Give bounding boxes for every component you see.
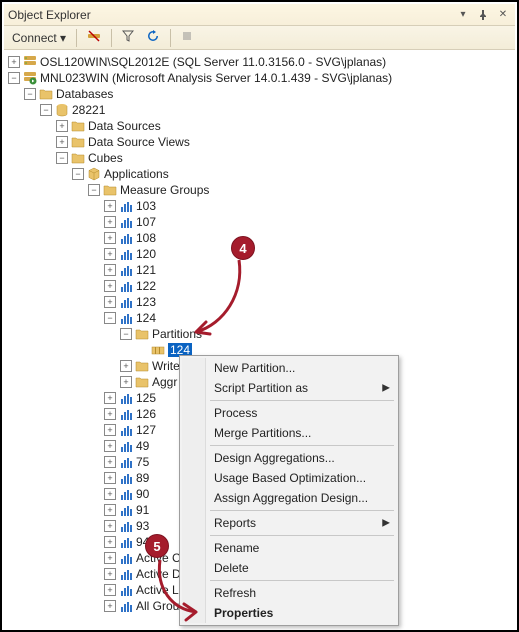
pin-icon[interactable] [475,8,491,22]
bars-icon [119,311,133,325]
cube-icon [87,167,101,181]
analysis-server-node[interactable]: − MNL023WIN (Microsoft Analysis Server 1… [6,70,515,86]
folder-icon [135,327,149,341]
bars-icon [119,295,133,309]
server-node[interactable]: + OSL120WIN\SQL2012E (SQL Server 11.0.31… [6,54,515,70]
measure-group-node[interactable]: +122 [6,278,515,294]
menu-new-partition[interactable]: New Partition... [182,358,396,378]
menu-design-aggregations[interactable]: Design Aggregations... [182,448,396,468]
bars-icon [119,503,133,517]
bars-icon [119,439,133,453]
bars-icon [119,519,133,533]
submenu-arrow-icon: ▶ [382,383,390,394]
measure-group-node[interactable]: +123 [6,294,515,310]
bars-icon [119,247,133,261]
folder-icon [71,119,85,133]
partitions-node[interactable]: −Partitions [6,326,515,342]
bars-icon [119,423,133,437]
measure-groups-node[interactable]: − Measure Groups [6,182,515,198]
refresh-icon[interactable] [142,27,164,48]
bars-icon [119,231,133,245]
server-running-icon [23,71,37,85]
connect-button[interactable]: Connect ▾ [8,29,70,47]
server-icon [23,55,37,69]
bars-icon [119,407,133,421]
menu-script-partition[interactable]: Script Partition as▶ [182,378,396,398]
bars-icon [119,471,133,485]
stop-icon[interactable] [177,28,197,47]
bars-icon [119,215,133,229]
bars-icon [119,567,133,581]
data-sources-node[interactable]: + Data Sources [6,118,515,134]
callout-5: 5 [145,534,169,558]
menu-delete[interactable]: Delete [182,558,396,578]
close-icon[interactable]: ✕ [495,8,511,22]
submenu-arrow-icon: ▶ [382,518,390,529]
partition-icon [151,343,165,357]
folder-icon [103,183,117,197]
disconnect-icon[interactable] [83,27,105,48]
menu-usage-optimization[interactable]: Usage Based Optimization... [182,468,396,488]
measure-group-node[interactable]: +108 [6,230,515,246]
measure-group-node[interactable]: +121 [6,262,515,278]
bars-icon [119,199,133,213]
menu-assign-aggregation[interactable]: Assign Aggregation Design... [182,488,396,508]
cubes-node[interactable]: − Cubes [6,150,515,166]
panel-titlebar: Object Explorer ▾ ✕ [4,4,515,26]
bars-icon [119,263,133,277]
menu-merge-partitions[interactable]: Merge Partitions... [182,423,396,443]
menu-refresh[interactable]: Refresh [182,583,396,603]
menu-properties[interactable]: Properties [182,603,396,623]
menu-reports[interactable]: Reports▶ [182,513,396,533]
filter-icon[interactable] [118,28,138,47]
dropdown-arrow-icon[interactable]: ▾ [455,8,471,22]
measure-group-node-124[interactable]: −124 [6,310,515,326]
bars-icon [119,583,133,597]
bars-icon [119,535,133,549]
menu-rename[interactable]: Rename [182,538,396,558]
bars-icon [119,455,133,469]
data-source-views-node[interactable]: + Data Source Views [6,134,515,150]
database-icon [55,103,69,117]
folder-icon [135,359,149,373]
panel-title: Object Explorer [8,8,91,22]
bars-icon [119,391,133,405]
folder-icon [135,375,149,389]
bars-icon [119,279,133,293]
folder-icon [71,135,85,149]
measure-group-node[interactable]: +120 [6,246,515,262]
toolbar: Connect ▾ [4,26,515,50]
menu-process[interactable]: Process [182,403,396,423]
cube-node[interactable]: − Applications [6,166,515,182]
database-node[interactable]: − 28221 [6,102,515,118]
folder-icon [71,151,85,165]
context-menu: New Partition... Script Partition as▶ Pr… [179,355,399,626]
folder-icon [39,87,53,101]
callout-4: 4 [231,236,255,260]
measure-group-node[interactable]: +103 [6,198,515,214]
bars-icon [119,599,133,613]
bars-icon [119,487,133,501]
databases-node[interactable]: − Databases [6,86,515,102]
bars-icon [119,551,133,565]
measure-group-node[interactable]: +107 [6,214,515,230]
